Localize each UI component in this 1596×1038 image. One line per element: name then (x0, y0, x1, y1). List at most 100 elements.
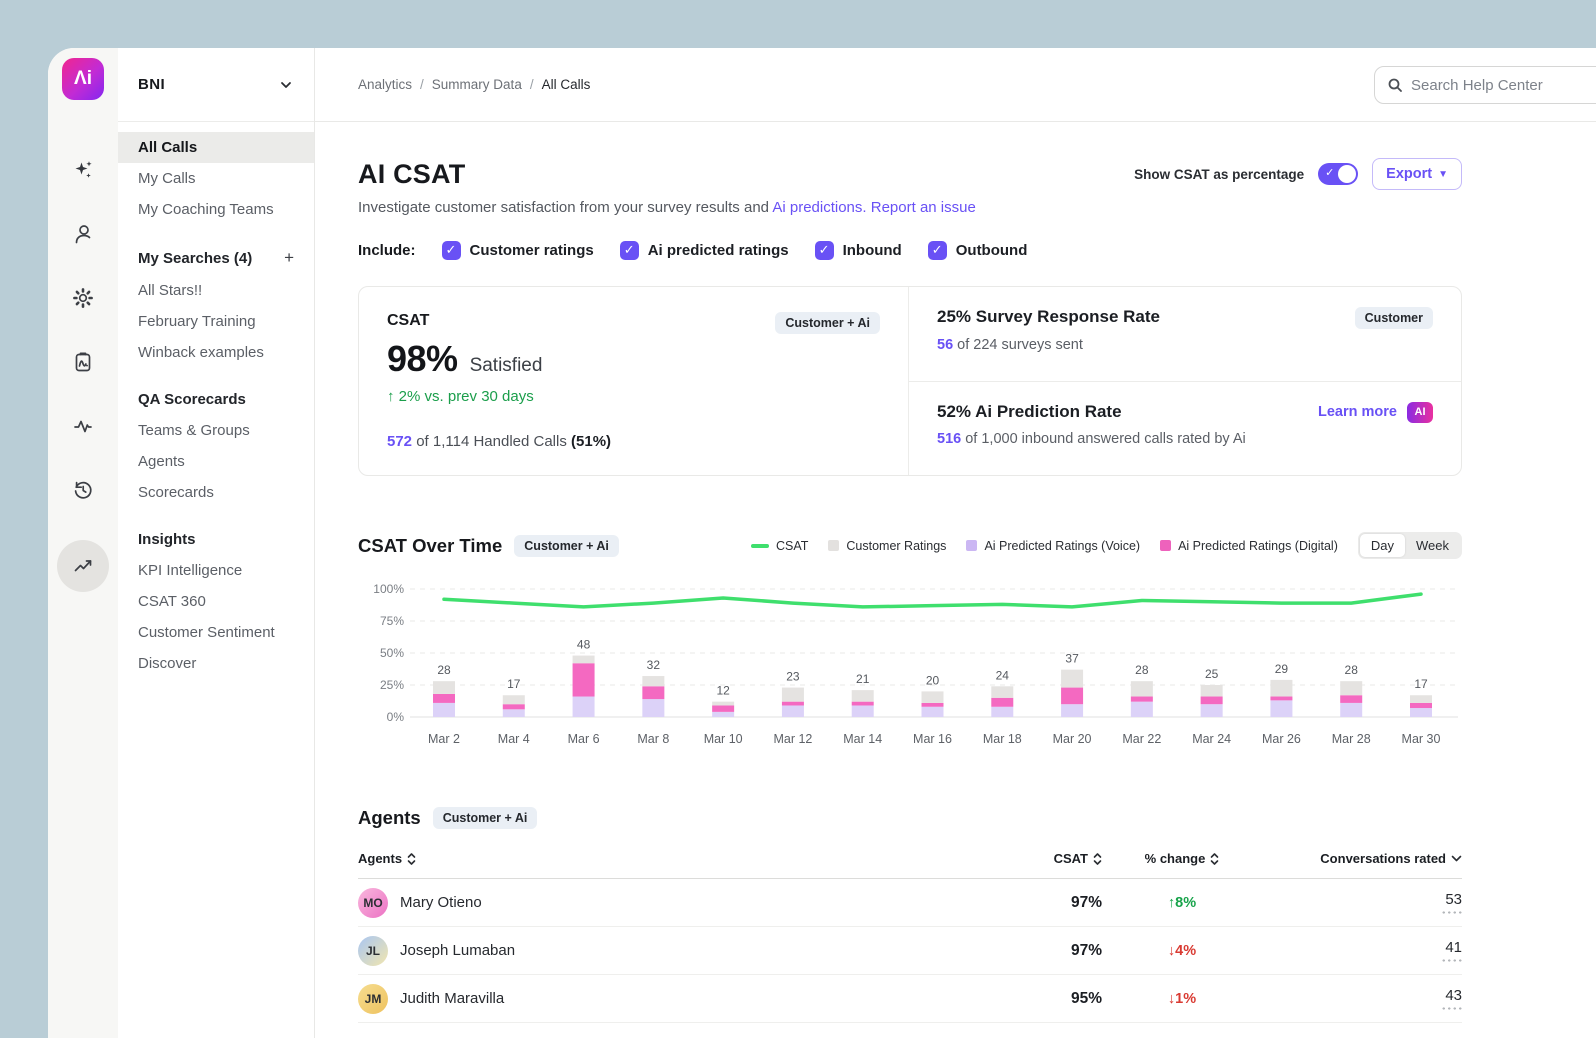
y-axis-label: 100% (373, 582, 404, 596)
sidebar-item-my-coaching-teams[interactable]: My Coaching Teams (118, 194, 314, 225)
stats-panel: CSAT Customer + Ai 98% Satisfied ↑ 2% vs… (358, 286, 1462, 476)
add-search-button[interactable]: + (284, 248, 294, 268)
ai-rated-link[interactable]: 516 (937, 431, 961, 447)
csat-percentage-toggle[interactable] (1318, 163, 1358, 185)
analytics-trend-icon[interactable] (57, 540, 109, 592)
help-search[interactable] (1374, 66, 1596, 104)
column-header-conversations-rated[interactable]: Conversations rated (1262, 851, 1462, 866)
bar-mar-16[interactable] (922, 691, 944, 717)
column-header-change[interactable]: % change (1102, 851, 1262, 866)
bar-mar-14[interactable] (852, 690, 874, 717)
activity-pulse-icon[interactable] (69, 412, 97, 440)
agent-csat: 97% (992, 942, 1102, 960)
breadcrumb-summary-data[interactable]: Summary Data (432, 77, 522, 92)
range-day-button[interactable]: Day (1360, 534, 1405, 557)
filter-inbound[interactable]: Inbound (815, 241, 902, 260)
sidebar-item-february-training[interactable]: February Training (118, 306, 314, 337)
sidebar-header-insights[interactable]: Insights (118, 524, 314, 555)
column-header-agents[interactable]: Agents (358, 851, 992, 866)
workspace-selector[interactable]: BNI (118, 48, 314, 122)
breadcrumb-all-calls: All Calls (542, 77, 591, 92)
filter-customer-ratings[interactable]: Customer ratings (442, 241, 594, 260)
bar-mar-26[interactable] (1270, 680, 1292, 717)
checkbox-checked-icon[interactable] (815, 241, 834, 260)
sidebar-item-all-calls[interactable]: All Calls (118, 132, 314, 163)
breadcrumb-analytics[interactable]: Analytics (358, 77, 412, 92)
history-clock-icon[interactable] (69, 476, 97, 504)
chart-title: CSAT Over Time (358, 535, 502, 557)
surveys-link[interactable]: 56 (937, 337, 953, 353)
legend-ai-predicted-ratings-voice[interactable]: Ai Predicted Ratings (Voice) (966, 539, 1140, 553)
report-issue-link[interactable]: Report an issue (871, 199, 976, 216)
filter-outbound[interactable]: Outbound (928, 241, 1028, 260)
app-window: Λi BNI (48, 48, 1596, 1038)
avatar: JL (358, 936, 388, 966)
bar-mar-10[interactable] (712, 702, 734, 717)
bar-mar-4[interactable] (503, 695, 525, 717)
csat-over-time-section: CSAT Over Time Customer + Ai CSATCustome… (358, 532, 1462, 757)
sidebar-item-my-calls[interactable]: My Calls (118, 163, 314, 194)
sidebar-item-scorecards[interactable]: Scorecards (118, 477, 314, 508)
sidebar-item-winback-examples[interactable]: Winback examples (118, 337, 314, 368)
bar-value-label: 28 (1135, 663, 1149, 677)
caret-down-icon: ▼ (1438, 169, 1448, 180)
agents-section: Agents Customer + Ai AgentsCSAT% changeC… (358, 807, 1462, 1023)
legend-ai-predicted-ratings-digital[interactable]: Ai Predicted Ratings (Digital) (1160, 539, 1338, 553)
logo-mark: Λi (74, 68, 92, 90)
topbar: Analytics / Summary Data / All Calls (315, 48, 1596, 122)
agent-conversations: 41 (1445, 939, 1462, 956)
agent-change: ↓1% (1102, 991, 1262, 1007)
export-button[interactable]: Export▼ (1372, 158, 1462, 190)
bar-value-label: 25 (1205, 667, 1219, 681)
bar-mar-6[interactable] (573, 656, 595, 717)
bar-mar-28[interactable] (1340, 681, 1362, 717)
breadcrumb-separator: / (420, 77, 424, 92)
bar-mar-22[interactable] (1131, 681, 1153, 717)
sidebar: BNI All CallsMy CallsMy Coaching Teams My… (118, 48, 315, 1038)
sidebar-item-kpi-intelligence[interactable]: KPI Intelligence (118, 555, 314, 586)
filter-ai-predicted-ratings[interactable]: Ai predicted ratings (620, 241, 789, 260)
bar-mar-12[interactable] (782, 688, 804, 717)
sidebar-nav-list: All CallsMy CallsMy Coaching Teams My Sea… (118, 122, 314, 679)
bar-mar-2[interactable] (433, 681, 455, 717)
sidebar-item-csat-360[interactable]: CSAT 360 (118, 586, 314, 617)
app-logo[interactable]: Λi (62, 58, 104, 100)
user-icon[interactable] (69, 220, 97, 248)
checkbox-checked-icon[interactable] (442, 241, 461, 260)
sidebar-item-agents[interactable]: Agents (118, 446, 314, 477)
learn-more-link[interactable]: Learn more (1318, 404, 1397, 420)
agent-row-mary-otieno[interactable]: MOMary Otieno97%↑8%53 (358, 879, 1462, 927)
legend-customer-ratings[interactable]: Customer Ratings (828, 539, 946, 553)
search-input[interactable] (1411, 77, 1596, 94)
ai-predictions-link[interactable]: Ai predictions. (772, 199, 866, 216)
checkbox-checked-icon[interactable] (928, 241, 947, 260)
column-header-csat[interactable]: CSAT (992, 851, 1102, 866)
checkbox-checked-icon[interactable] (620, 241, 639, 260)
agent-row-judith-maravilla[interactable]: JMJudith Maravilla95%↓1%43 (358, 975, 1462, 1023)
sidebar-item-teams-groups[interactable]: Teams & Groups (118, 415, 314, 446)
sidebar-item-customer-sentiment[interactable]: Customer Sentiment (118, 617, 314, 648)
sidebar-item-all-stars[interactable]: All Stars!! (118, 275, 314, 306)
ai-prediction-detail: 516 of 1,000 inbound answered calls rate… (937, 431, 1433, 447)
handled-calls-link[interactable]: 572 (387, 433, 412, 450)
bar-mar-20[interactable] (1061, 670, 1083, 717)
agents-badge: Customer + Ai (433, 807, 538, 829)
agent-csat: 95% (992, 990, 1102, 1008)
agent-conversations: 43 (1445, 987, 1462, 1004)
agent-row-joseph-lumaban[interactable]: JLJoseph Lumaban97%↓4%41 (358, 927, 1462, 975)
settings-gear-icon[interactable] (69, 284, 97, 312)
range-week-button[interactable]: Week (1405, 534, 1460, 557)
bar-mar-18[interactable] (991, 686, 1013, 717)
bar-mar-30[interactable] (1410, 695, 1432, 717)
legend-csat[interactable]: CSAT (751, 539, 808, 553)
bar-mar-24[interactable] (1201, 685, 1223, 717)
sidebar-header-my-searches-4[interactable]: My Searches (4)+ (118, 241, 314, 275)
sidebar-item-discover[interactable]: Discover (118, 648, 314, 679)
sidebar-header-qa-scorecards[interactable]: QA Scorecards (118, 384, 314, 415)
bar-mar-8[interactable] (642, 676, 664, 717)
agents-table-body: MOMary Otieno97%↑8%53JLJoseph Lumaban97%… (358, 879, 1462, 1023)
scorecard-clipboard-icon[interactable] (69, 348, 97, 376)
x-axis-label: Mar 22 (1122, 732, 1161, 746)
sort-icon (1210, 852, 1219, 866)
ai-sparkles-icon[interactable] (69, 156, 97, 184)
